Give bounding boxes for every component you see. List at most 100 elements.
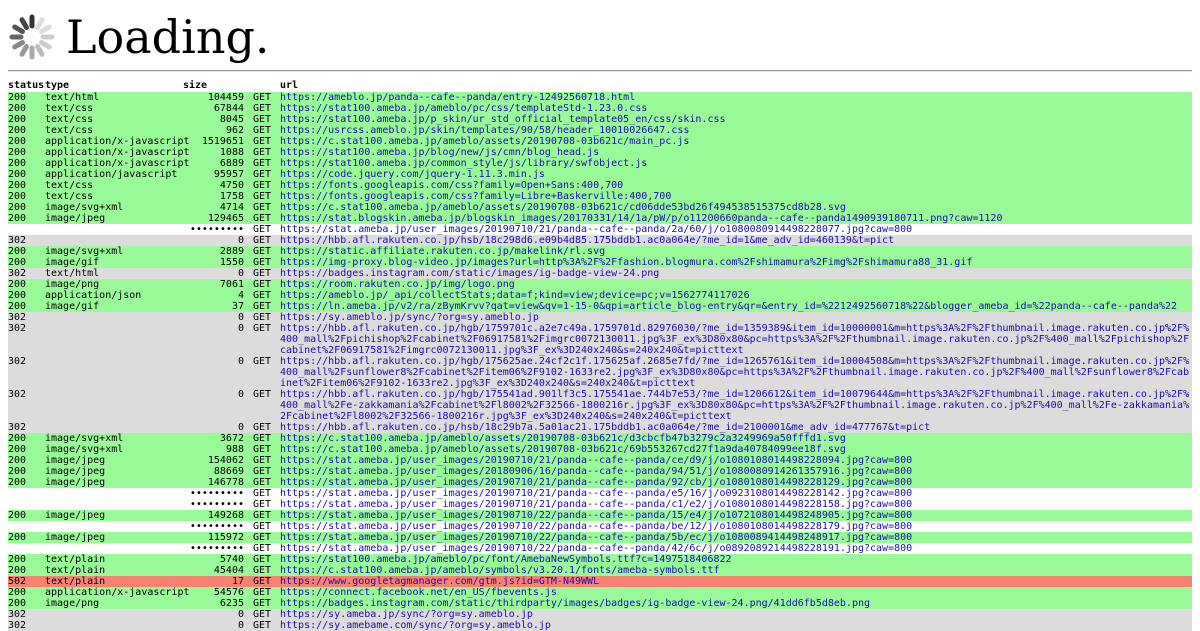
status-cell: 200 xyxy=(8,147,45,158)
url-link[interactable]: https://stat100.ameba.jp/p_skin/ur_std_o… xyxy=(280,114,1192,125)
type-cell: image/svg+xml xyxy=(45,444,183,455)
status-cell: 200 xyxy=(8,587,45,598)
status-cell: 200 xyxy=(8,180,45,191)
url-link[interactable]: https://fonts.googleapis.com/css?family=… xyxy=(280,191,1192,202)
url-link[interactable]: https://stat.ameba.jp/user_images/201907… xyxy=(280,532,1192,543)
status-cell: 200 xyxy=(8,92,45,103)
url-link[interactable]: https://sy.amebame.com/sync/?org=sy.ameb… xyxy=(280,620,1192,631)
table-row: 200 application/x-javascript 54576 GET https… xyxy=(8,587,1192,598)
size-cell: 129465 xyxy=(183,213,244,224)
url-link[interactable]: https://hbb.afl.rakuten.co.jp/hgb/175970… xyxy=(280,323,1192,356)
url-link[interactable]: https://c.stat100.ameba.jp/ameblo/assets… xyxy=(280,444,1192,455)
size-cell: 17 xyxy=(183,576,244,587)
url-link[interactable]: https://badges.instagram.com/static/thir… xyxy=(280,598,1192,609)
status-cell: 302 xyxy=(8,312,45,323)
status-cell: 200 xyxy=(8,279,45,290)
url-link[interactable]: https://stat.ameba.jp/user_images/201907… xyxy=(280,477,1192,488)
table-row: 200 image/jpeg 88669 GET https://stat.ameba.… xyxy=(8,466,1192,477)
size-cell: 104459 xyxy=(183,92,244,103)
status-cell: 200 xyxy=(8,565,45,576)
type-cell xyxy=(45,389,183,422)
url-link[interactable]: https://stat100.ameba.jp/common_style/js… xyxy=(280,158,1192,169)
method-cell: GET xyxy=(244,301,280,312)
type-cell: image/svg+xml xyxy=(45,433,183,444)
size-cell: 45404 xyxy=(183,565,244,576)
method-cell: GET xyxy=(244,565,280,576)
table-row: 200 image/jpeg 149268 GET https://stat.ameba… xyxy=(8,510,1192,521)
table-row: 302 0 GET https://hbb.afl.rakuten.co.jp/hsb… xyxy=(8,422,1192,433)
status-cell: 200 xyxy=(8,477,45,488)
table-row: 200 text/css 1758 GET https://fonts.googleap… xyxy=(8,191,1192,202)
table-row: 302 0 GET https://sy.ameba.jp/sync/?org=sy.… xyxy=(8,609,1192,620)
type-cell xyxy=(45,609,183,620)
url-link[interactable]: https://ln.ameba.jp/v2/ra/zBymKrvv?qat=v… xyxy=(280,301,1192,312)
url-link[interactable]: https://stat.ameba.jp/user_images/201907… xyxy=(280,499,1192,510)
url-link[interactable]: https://stat.ameba.jp/user_images/201907… xyxy=(280,510,1192,521)
column-header-size: size xyxy=(183,80,208,91)
size-cell: 6235 xyxy=(183,598,244,609)
size-cell: 146778 xyxy=(183,477,244,488)
type-cell xyxy=(45,224,183,235)
status-cell: 200 xyxy=(8,246,45,257)
url-link[interactable]: https://ameblo.jp/_api/collectStats;data… xyxy=(280,290,1192,301)
url-link[interactable]: https://hbb.afl.rakuten.co.jp/hgb/175625… xyxy=(280,356,1192,389)
url-link[interactable]: https://ameblo.jp/panda--cafe--panda/ent… xyxy=(280,92,1192,103)
url-link[interactable]: https://hbb.afl.rakuten.co.jp/hsb/18c29b… xyxy=(280,422,1192,433)
table-row: 200 text/css 4750 GET https://fonts.googleap… xyxy=(8,180,1192,191)
url-link[interactable]: https://static.affiliate.rakuten.co.jp/m… xyxy=(280,246,1192,257)
url-link[interactable]: https://c.stat100.ameba.jp/ameblo/assets… xyxy=(280,433,1192,444)
method-cell: GET xyxy=(244,114,280,125)
method-cell: GET xyxy=(244,147,280,158)
table-row: 200 image/svg+xml 4714 GET https://c.stat100… xyxy=(8,202,1192,213)
url-link[interactable]: https://stat100.ameba.jp/ameblo/pc/css/t… xyxy=(280,103,1192,114)
url-link[interactable]: https://room.rakuten.co.jp/img/logo.png xyxy=(280,279,1192,290)
size-cell: 0 xyxy=(183,356,244,389)
type-cell: image/jpeg xyxy=(45,532,183,543)
url-link[interactable]: https://badges.instagram.com/static/imag… xyxy=(280,268,1192,279)
url-link[interactable]: https://stat.ameba.jp/user_images/201907… xyxy=(280,543,1192,554)
type-cell: text/html xyxy=(45,92,183,103)
url-link[interactable]: https://stat.ameba.jp/user_images/201809… xyxy=(280,466,1192,477)
method-cell: GET xyxy=(244,499,280,510)
status-cell: 200 xyxy=(8,213,45,224)
method-cell: GET xyxy=(244,235,280,246)
status-cell: 200 xyxy=(8,455,45,466)
table-row: 200 application/javascript 95957 GET https:/… xyxy=(8,169,1192,180)
url-link[interactable]: https://hbb.afl.rakuten.co.jp/hsb/18c298… xyxy=(280,235,1192,246)
type-cell xyxy=(45,312,183,323)
type-cell xyxy=(45,543,183,554)
table-row: 302 text/html 0 GET https://badges.instagram… xyxy=(8,268,1192,279)
url-link[interactable]: https://c.stat100.ameba.jp/ameblo/symbol… xyxy=(280,565,1192,576)
url-link[interactable]: https://code.jquery.com/jquery-1.11.3.mi… xyxy=(280,169,1192,180)
url-link[interactable]: https://stat.ameba.jp/user_images/201907… xyxy=(280,521,1192,532)
status-cell: 200 xyxy=(8,532,45,543)
url-link[interactable]: https://www.googletagmanager.com/gtm.js?… xyxy=(280,576,1192,587)
url-link[interactable]: https://sy.ameba.jp/sync/?org=sy.ameblo.… xyxy=(280,609,1192,620)
status-cell: 302 xyxy=(8,389,45,422)
status-cell: 200 xyxy=(8,169,45,180)
size-cell: 3672 xyxy=(183,433,244,444)
url-link[interactable]: https://usrcss.ameblo.jp/skin/templates/… xyxy=(280,125,1192,136)
url-link[interactable]: https://stat100.ameba.jp/ameblo/pc/font/… xyxy=(280,554,1192,565)
url-link[interactable]: https://stat100.ameba.jp/blog/new/js/cmn… xyxy=(280,147,1192,158)
method-cell: GET xyxy=(244,312,280,323)
url-link[interactable]: https://stat.ameba.jp/user_images/201907… xyxy=(280,224,1192,235)
status-cell: 200 xyxy=(8,191,45,202)
table-header-row: status type size url xyxy=(8,80,1192,92)
type-cell xyxy=(45,235,183,246)
url-link[interactable]: https://c.stat100.ameba.jp/ameblo/assets… xyxy=(280,202,1192,213)
url-link[interactable]: https://stat.ameba.jp/user_images/201907… xyxy=(280,455,1192,466)
table-row: 200 application/x-javascript 1519651 GET htt… xyxy=(8,136,1192,147)
type-cell: image/jpeg xyxy=(45,510,183,521)
status-cell: 200 xyxy=(8,125,45,136)
url-link[interactable]: https://stat.ameba.jp/user_images/201907… xyxy=(280,488,1192,499)
url-link[interactable]: https://fonts.googleapis.com/css?family=… xyxy=(280,180,1192,191)
url-link[interactable]: https://c.stat100.ameba.jp/ameblo/assets… xyxy=(280,136,1192,147)
url-link[interactable]: https://hbb.afl.rakuten.co.jp/hgb/175541… xyxy=(280,389,1192,422)
size-cell: 1550 xyxy=(183,257,244,268)
type-cell: application/x-javascript xyxy=(45,587,190,598)
url-link[interactable]: https://sy.ameblo.jp/sync/?org=sy.ameblo… xyxy=(280,312,1192,323)
url-link[interactable]: https://connect.facebook.net/en_US/fbeve… xyxy=(280,587,1192,598)
url-link[interactable]: https://img-proxy.blog-video.jp/images?u… xyxy=(280,257,1192,268)
url-link[interactable]: https://stat.blogskin.ameba.jp/blogskin_… xyxy=(280,213,1192,224)
